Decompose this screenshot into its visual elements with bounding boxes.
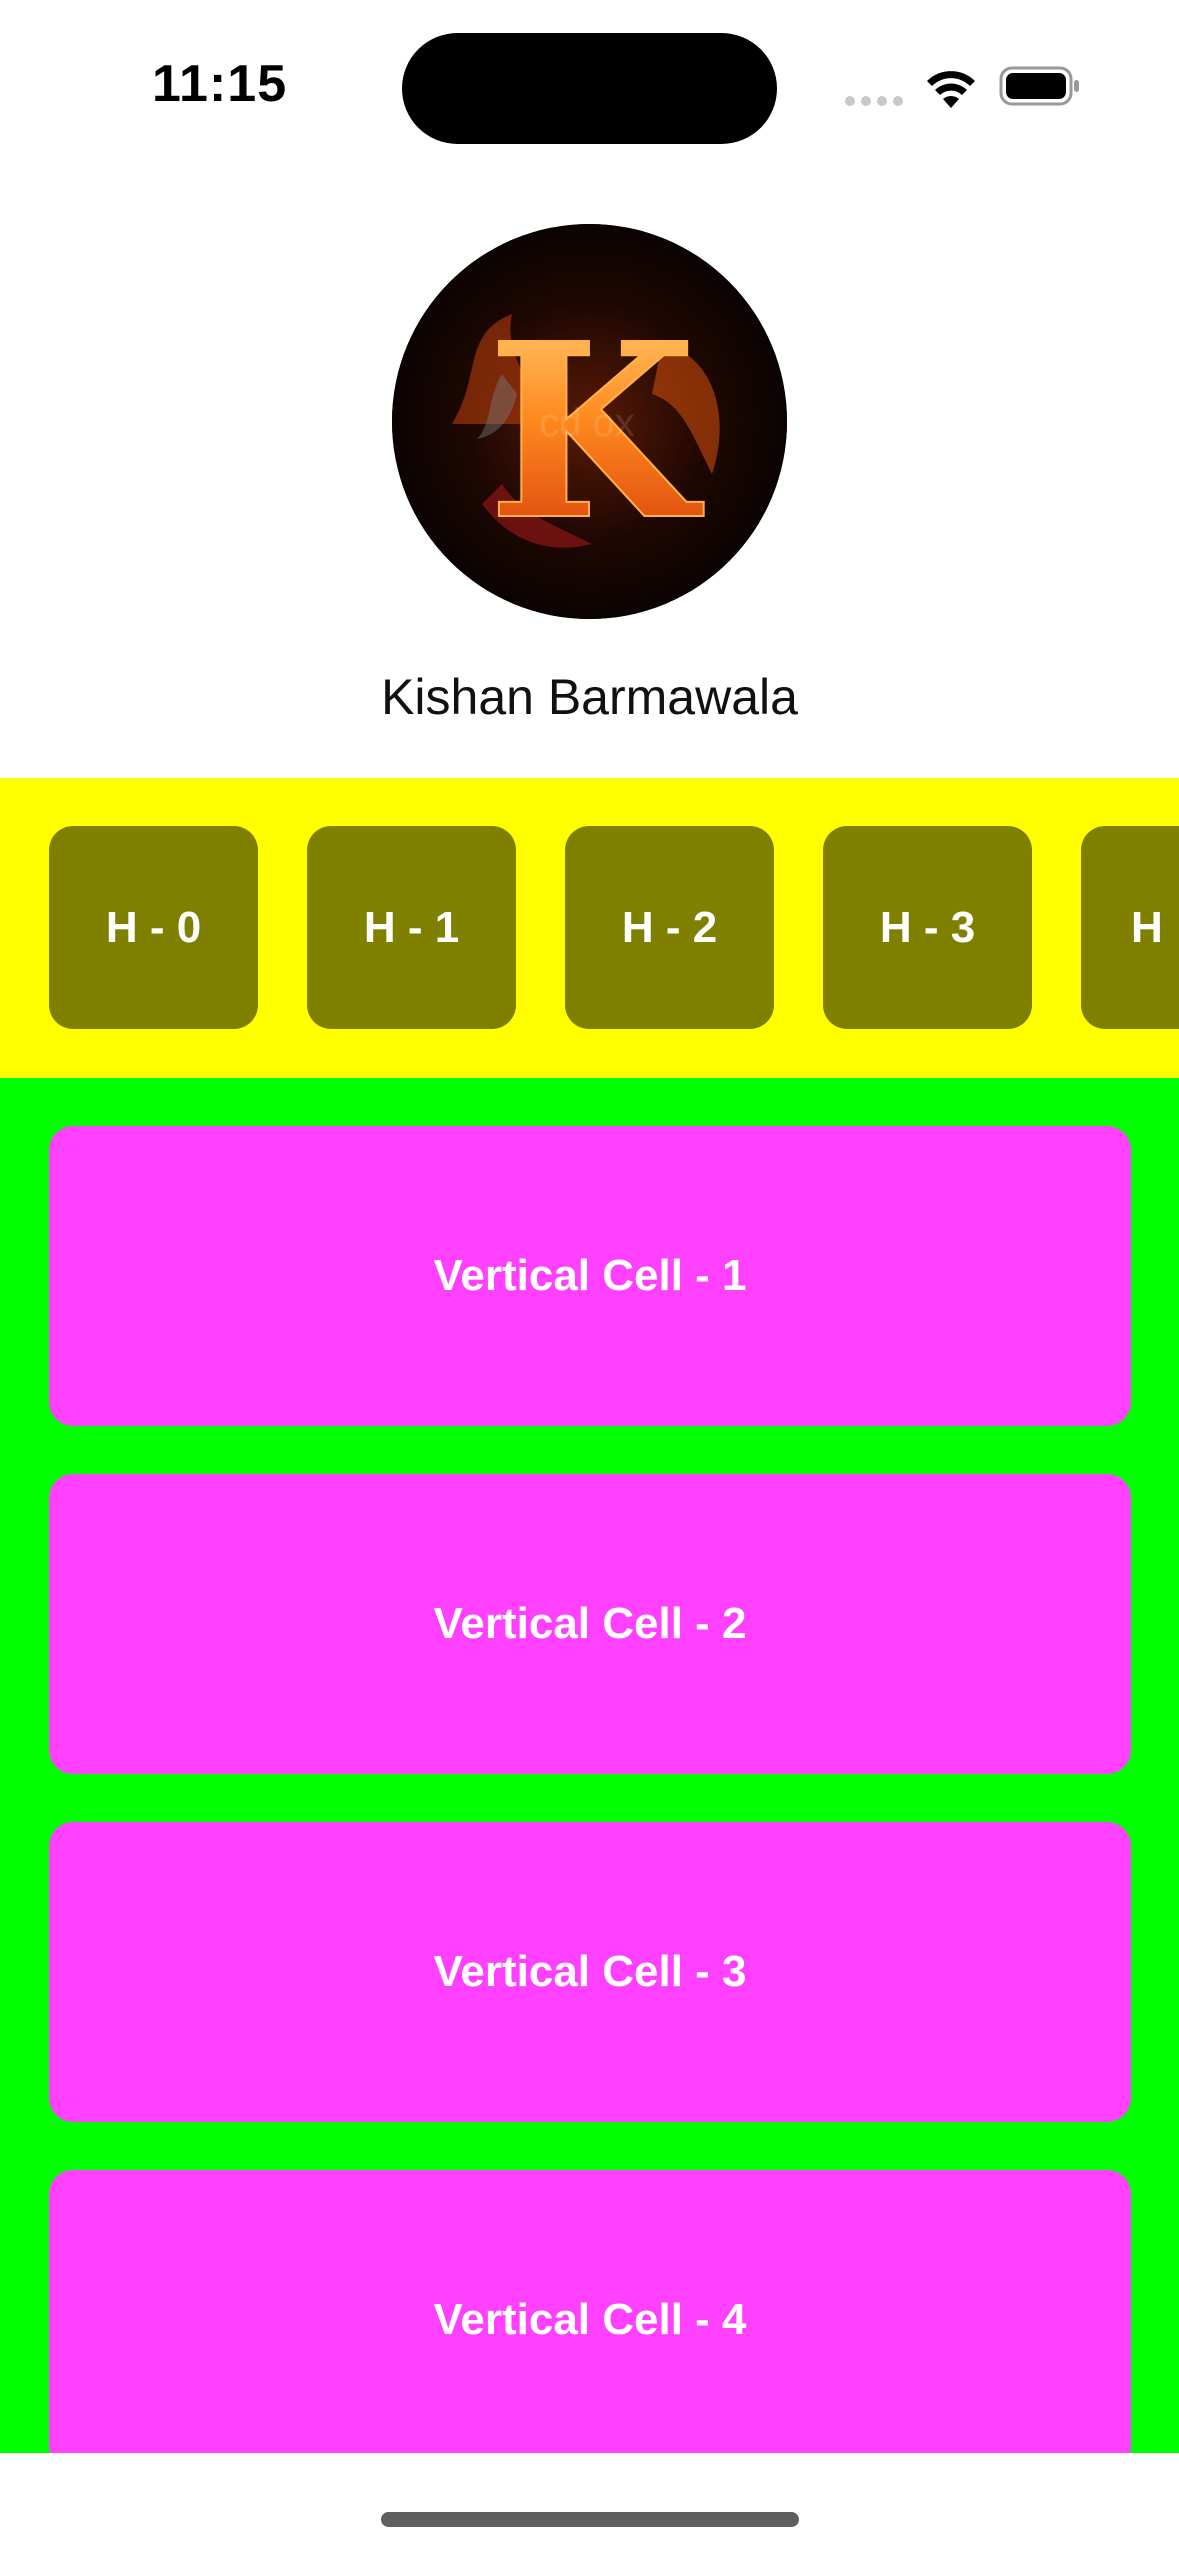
battery-icon (999, 66, 1079, 106)
cell-signal-icon (845, 96, 905, 108)
horizontal-cell-0[interactable]: H - 0 (49, 826, 258, 1029)
vertical-cell-1[interactable]: Vertical Cell - 1 (49, 1126, 1131, 1426)
flame-letter-k-image: K cd ox (392, 224, 787, 619)
status-time: 11:15 (152, 55, 288, 113)
wifi-icon (927, 71, 975, 108)
horizontal-track: H - 0 H - 1 H - 2 H - 3 H (49, 826, 1179, 1029)
horizontal-cell-1[interactable]: H - 1 (307, 826, 516, 1029)
horizontal-cell-3[interactable]: H - 3 (823, 826, 1032, 1029)
vertical-cell-3[interactable]: Vertical Cell - 3 (49, 1822, 1131, 2122)
avatar: K cd ox (392, 224, 787, 619)
horizontal-cell-4[interactable]: H (1081, 826, 1179, 1029)
app-screen: 11:15 K cd ox Kishan Barmawala H - 0 H -… (0, 0, 1179, 2556)
avatar-watermark: cd ox (539, 401, 635, 445)
status-bar: 11:15 (0, 0, 1179, 170)
vertical-cell-2[interactable]: Vertical Cell - 2 (49, 1474, 1131, 1774)
vertical-track: Vertical Cell - 1 Vertical Cell - 2 Vert… (49, 1126, 1131, 2453)
vertical-cell-4[interactable]: Vertical Cell - 4 (49, 2170, 1131, 2453)
home-indicator[interactable] (381, 2512, 799, 2527)
horizontal-collection[interactable]: H - 0 H - 1 H - 2 H - 3 H (0, 778, 1179, 1078)
vertical-collection[interactable]: Vertical Cell - 1 Vertical Cell - 2 Vert… (0, 1078, 1179, 2453)
home-bar-area (0, 2453, 1179, 2556)
horizontal-cell-2[interactable]: H - 2 (565, 826, 774, 1029)
profile-name: Kishan Barmawala (381, 669, 798, 725)
dynamic-island (402, 33, 777, 144)
